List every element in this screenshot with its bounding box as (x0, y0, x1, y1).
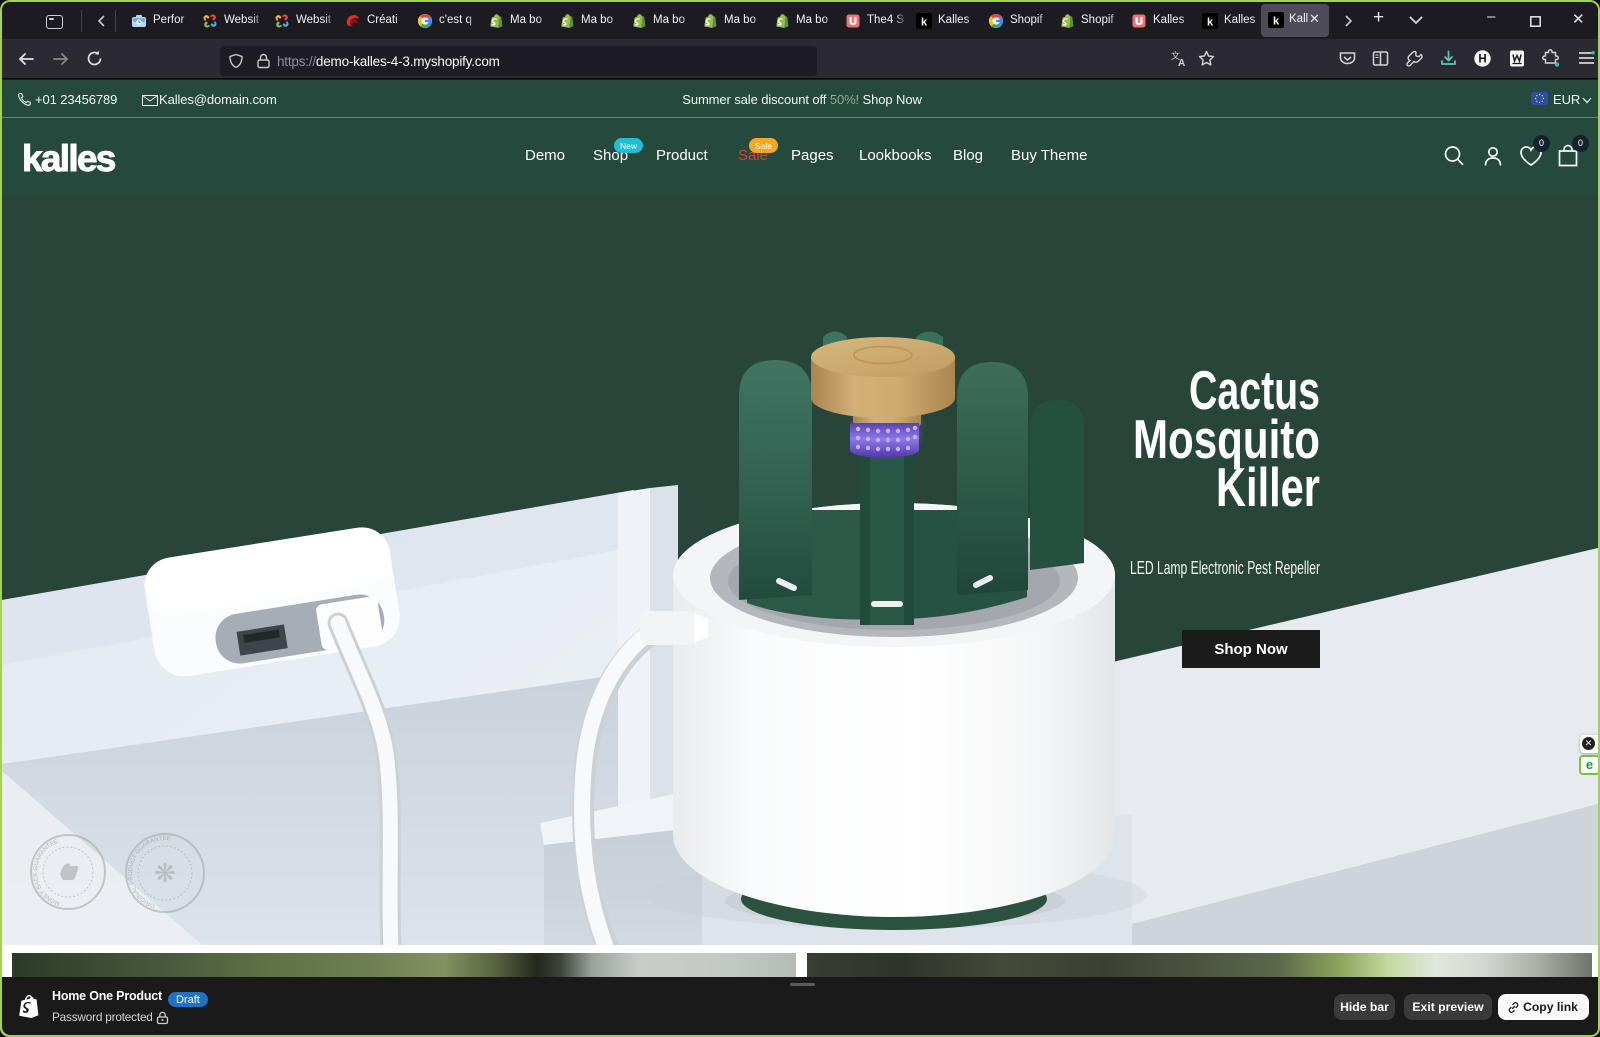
svg-text:Shop Now: Shop Now (1214, 641, 1288, 658)
svg-text:k: k (1207, 17, 1214, 29)
svg-text:LED Lamp Electronic Pest Repel: LED Lamp Electronic Pest Repeller (1130, 558, 1320, 578)
svg-text:Killer: Killer (1216, 456, 1320, 518)
svg-text:A: A (1178, 58, 1185, 68)
svg-text:H: H (1478, 54, 1486, 66)
svg-text:k: k (1273, 16, 1280, 28)
svg-text:❋: ❋ (154, 858, 176, 888)
svg-text:k: k (921, 17, 928, 29)
